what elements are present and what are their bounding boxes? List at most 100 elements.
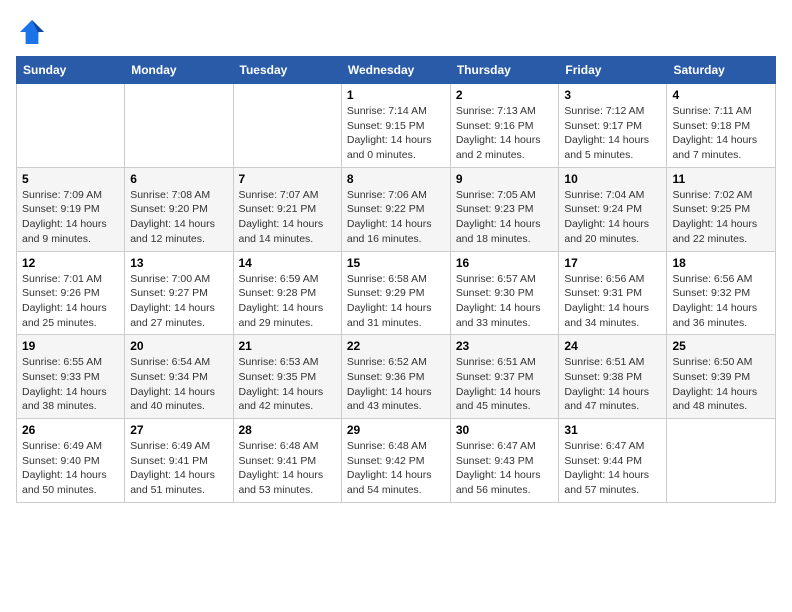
day-info: Sunrise: 6:54 AM Sunset: 9:34 PM Dayligh… <box>130 355 227 414</box>
day-number: 2 <box>456 88 554 102</box>
day-info: Sunrise: 7:02 AM Sunset: 9:25 PM Dayligh… <box>672 188 770 247</box>
calendar-cell: 7 Sunrise: 7:07 AM Sunset: 9:21 PM Daylig… <box>233 167 341 251</box>
calendar-cell: 10Sunrise: 7:04 AM Sunset: 9:24 PM Dayli… <box>559 167 667 251</box>
day-info: Sunrise: 7:01 AM Sunset: 9:26 PM Dayligh… <box>22 272 119 331</box>
calendar-cell: 19 Sunrise: 6:55 AM Sunset: 9:33 PM Dayli… <box>17 335 125 419</box>
day-number: 8 <box>347 172 445 186</box>
calendar-cell <box>667 419 776 503</box>
calendar-cell: 27 Sunrise: 6:49 AM Sunset: 9:41 PM Dayli… <box>125 419 233 503</box>
logo <box>16 16 52 48</box>
logo-icon <box>16 16 48 48</box>
day-info: Sunrise: 6:48 AM Sunset: 9:41 PM Dayligh… <box>239 439 336 498</box>
day-of-week-saturday: Saturday <box>667 57 776 84</box>
calendar-cell <box>125 84 233 168</box>
calendar-cell: 25 Sunrise: 6:50 AM Sunset: 9:39 PM Dayli… <box>667 335 776 419</box>
day-info: Sunrise: 6:50 AM Sunset: 9:39 PM Dayligh… <box>672 355 770 414</box>
day-number: 3 <box>564 88 661 102</box>
calendar-cell: 2 Sunrise: 7:13 AM Sunset: 9:16 PM Daylig… <box>450 84 559 168</box>
calendar-cell: 15 Sunrise: 6:58 AM Sunset: 9:29 PM Dayli… <box>341 251 450 335</box>
day-info: Sunrise: 7:12 AM Sunset: 9:17 PM Dayligh… <box>564 104 661 163</box>
calendar-cell: 23 Sunrise: 6:51 AM Sunset: 9:37 PM Dayli… <box>450 335 559 419</box>
day-number: 11 <box>672 172 770 186</box>
week-row-3: 12 Sunrise: 7:01 AM Sunset: 9:26 PM Dayli… <box>17 251 776 335</box>
day-info: Sunrise: 6:56 AM Sunset: 9:31 PM Dayligh… <box>564 272 661 331</box>
day-number: 19 <box>22 339 119 353</box>
day-info: Sunrise: 7:13 AM Sunset: 9:16 PM Dayligh… <box>456 104 554 163</box>
day-number: 7 <box>239 172 336 186</box>
calendar-cell: 13Sunrise: 7:00 AM Sunset: 9:27 PM Dayli… <box>125 251 233 335</box>
calendar-cell: 14 Sunrise: 6:59 AM Sunset: 9:28 PM Dayli… <box>233 251 341 335</box>
day-of-week-tuesday: Tuesday <box>233 57 341 84</box>
calendar-body: 1 Sunrise: 7:14 AM Sunset: 9:15 PM Daylig… <box>17 84 776 503</box>
day-info: Sunrise: 7:14 AM Sunset: 9:15 PM Dayligh… <box>347 104 445 163</box>
day-number: 14 <box>239 256 336 270</box>
day-number: 17 <box>564 256 661 270</box>
day-info: Sunrise: 6:47 AM Sunset: 9:43 PM Dayligh… <box>456 439 554 498</box>
day-info: Sunrise: 7:04 AM Sunset: 9:24 PM Dayligh… <box>564 188 661 247</box>
calendar-table: SundayMondayTuesdayWednesdayThursdayFrid… <box>16 56 776 503</box>
calendar-cell: 4 Sunrise: 7:11 AM Sunset: 9:18 PM Daylig… <box>667 84 776 168</box>
calendar-cell: 16 Sunrise: 6:57 AM Sunset: 9:30 PM Dayli… <box>450 251 559 335</box>
calendar-cell: 6Sunrise: 7:08 AM Sunset: 9:20 PM Daylig… <box>125 167 233 251</box>
day-number: 24 <box>564 339 661 353</box>
calendar-header: SundayMondayTuesdayWednesdayThursdayFrid… <box>17 57 776 84</box>
day-info: Sunrise: 6:47 AM Sunset: 9:44 PM Dayligh… <box>564 439 661 498</box>
day-info: Sunrise: 7:07 AM Sunset: 9:21 PM Dayligh… <box>239 188 336 247</box>
day-number: 28 <box>239 423 336 437</box>
day-number: 15 <box>347 256 445 270</box>
calendar-cell: 20Sunrise: 6:54 AM Sunset: 9:34 PM Dayli… <box>125 335 233 419</box>
day-number: 9 <box>456 172 554 186</box>
day-info: Sunrise: 6:55 AM Sunset: 9:33 PM Dayligh… <box>22 355 119 414</box>
calendar-cell: 22 Sunrise: 6:52 AM Sunset: 9:36 PM Dayli… <box>341 335 450 419</box>
day-of-week-wednesday: Wednesday <box>341 57 450 84</box>
day-number: 27 <box>130 423 227 437</box>
day-number: 1 <box>347 88 445 102</box>
day-info: Sunrise: 7:06 AM Sunset: 9:22 PM Dayligh… <box>347 188 445 247</box>
calendar-cell <box>233 84 341 168</box>
calendar-cell: 1 Sunrise: 7:14 AM Sunset: 9:15 PM Daylig… <box>341 84 450 168</box>
calendar-cell: 3 Sunrise: 7:12 AM Sunset: 9:17 PM Daylig… <box>559 84 667 168</box>
calendar-cell: 28 Sunrise: 6:48 AM Sunset: 9:41 PM Dayli… <box>233 419 341 503</box>
day-info: Sunrise: 7:11 AM Sunset: 9:18 PM Dayligh… <box>672 104 770 163</box>
day-number: 13 <box>130 256 227 270</box>
day-info: Sunrise: 7:05 AM Sunset: 9:23 PM Dayligh… <box>456 188 554 247</box>
day-info: Sunrise: 6:48 AM Sunset: 9:42 PM Dayligh… <box>347 439 445 498</box>
day-number: 18 <box>672 256 770 270</box>
day-info: Sunrise: 7:09 AM Sunset: 9:19 PM Dayligh… <box>22 188 119 247</box>
day-info: Sunrise: 6:53 AM Sunset: 9:35 PM Dayligh… <box>239 355 336 414</box>
day-number: 29 <box>347 423 445 437</box>
day-number: 25 <box>672 339 770 353</box>
calendar-cell: 12 Sunrise: 7:01 AM Sunset: 9:26 PM Dayli… <box>17 251 125 335</box>
day-number: 23 <box>456 339 554 353</box>
day-number: 26 <box>22 423 119 437</box>
day-number: 22 <box>347 339 445 353</box>
day-info: Sunrise: 6:52 AM Sunset: 9:36 PM Dayligh… <box>347 355 445 414</box>
day-number: 31 <box>564 423 661 437</box>
week-row-4: 19 Sunrise: 6:55 AM Sunset: 9:33 PM Dayli… <box>17 335 776 419</box>
calendar-cell: 9 Sunrise: 7:05 AM Sunset: 9:23 PM Daylig… <box>450 167 559 251</box>
calendar-cell: 8 Sunrise: 7:06 AM Sunset: 9:22 PM Daylig… <box>341 167 450 251</box>
day-number: 5 <box>22 172 119 186</box>
day-number: 21 <box>239 339 336 353</box>
day-info: Sunrise: 6:57 AM Sunset: 9:30 PM Dayligh… <box>456 272 554 331</box>
day-of-week-sunday: Sunday <box>17 57 125 84</box>
day-number: 4 <box>672 88 770 102</box>
calendar-cell: 21 Sunrise: 6:53 AM Sunset: 9:35 PM Dayli… <box>233 335 341 419</box>
day-number: 12 <box>22 256 119 270</box>
calendar-cell: 17 Sunrise: 6:56 AM Sunset: 9:31 PM Dayli… <box>559 251 667 335</box>
week-row-5: 26 Sunrise: 6:49 AM Sunset: 9:40 PM Dayli… <box>17 419 776 503</box>
day-info: Sunrise: 6:49 AM Sunset: 9:41 PM Dayligh… <box>130 439 227 498</box>
day-info: Sunrise: 6:49 AM Sunset: 9:40 PM Dayligh… <box>22 439 119 498</box>
day-info: Sunrise: 6:58 AM Sunset: 9:29 PM Dayligh… <box>347 272 445 331</box>
day-info: Sunrise: 6:51 AM Sunset: 9:37 PM Dayligh… <box>456 355 554 414</box>
day-of-week-friday: Friday <box>559 57 667 84</box>
day-number: 30 <box>456 423 554 437</box>
day-info: Sunrise: 6:59 AM Sunset: 9:28 PM Dayligh… <box>239 272 336 331</box>
day-number: 16 <box>456 256 554 270</box>
day-info: Sunrise: 6:51 AM Sunset: 9:38 PM Dayligh… <box>564 355 661 414</box>
week-row-1: 1 Sunrise: 7:14 AM Sunset: 9:15 PM Daylig… <box>17 84 776 168</box>
calendar-cell: 29 Sunrise: 6:48 AM Sunset: 9:42 PM Dayli… <box>341 419 450 503</box>
calendar-cell: 18 Sunrise: 6:56 AM Sunset: 9:32 PM Dayli… <box>667 251 776 335</box>
calendar-cell: 24 Sunrise: 6:51 AM Sunset: 9:38 PM Dayli… <box>559 335 667 419</box>
day-info: Sunrise: 6:56 AM Sunset: 9:32 PM Dayligh… <box>672 272 770 331</box>
